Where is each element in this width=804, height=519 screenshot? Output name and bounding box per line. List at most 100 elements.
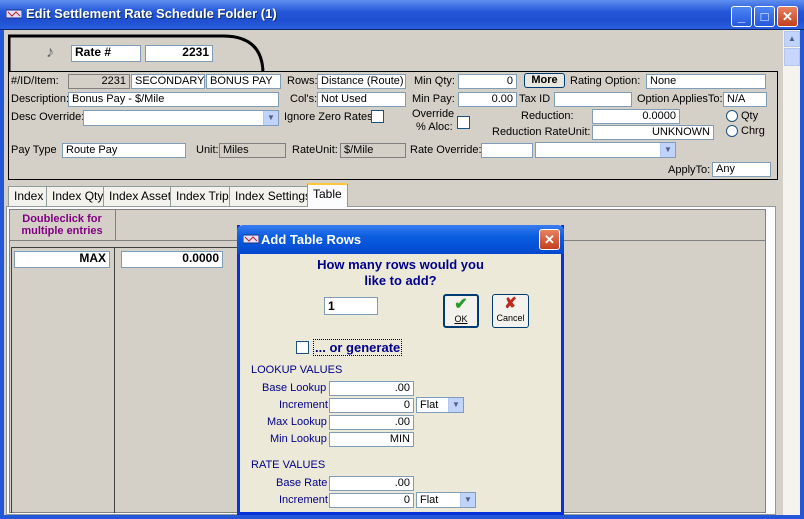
base-rate-label: Base Rate [276,477,328,489]
cancel-button[interactable]: ✘ Cancel [492,294,529,328]
close-icon: ✕ [782,9,793,24]
ignore-zero-label: Ignore Zero Rates [284,111,373,123]
pay-type-label: Pay Type [11,144,57,156]
tab-index-settings[interactable]: Index Settings [229,186,318,206]
min-lookup-label: Min Lookup [270,433,327,445]
tab-table[interactable]: Table [307,183,348,207]
dialog-question-line1: How many rows would you [317,257,484,272]
add-table-rows-dialog: Add Table Rows ✕ How many rows would you… [237,225,564,515]
minimize-button[interactable]: _ [731,6,752,27]
increment-field[interactable]: 0 [329,398,414,413]
chrg-label: Chrg [741,125,765,137]
override-aloc-checkbox[interactable] [457,116,470,129]
min-pay-field[interactable]: 0.00 [458,92,517,107]
reduction-rate-unit-label: Reduction RateUnit: [492,126,591,138]
scroll-thumb[interactable] [784,48,800,66]
dialog-title: Add Table Rows [261,232,362,247]
min-pay-label: Min Pay: [412,93,455,105]
maximize-button[interactable]: □ [754,6,775,27]
id-value: 2231 [68,74,130,89]
vertical-scrollbar[interactable]: ▲ [782,30,800,515]
rating-option-field[interactable]: None [646,74,766,89]
rows-to-add-input[interactable]: 1 [324,297,378,315]
more-button[interactable]: More [524,73,565,88]
qty-label: Qty [741,110,759,122]
desc-override-dropdown[interactable]: ▼ [83,110,279,126]
dialog-question-line2: like to add? [364,273,437,288]
table-grid [11,247,247,513]
item-field-2[interactable]: BONUS PAY [206,74,281,89]
maximize-icon: □ [760,9,769,24]
increment-type-value: Flat [420,399,439,411]
option-applies-field[interactable]: N/A [723,92,767,107]
min-qty-label: Min Qty: [414,75,455,87]
chevron-down-icon[interactable]: ▼ [263,111,278,125]
desc-override-label: Desc Override: [11,111,85,123]
dialog-app-icon [243,234,259,244]
rate-values-heading: RATE VALUES [251,459,326,471]
unit-label: Unit: [196,144,219,156]
lookup-values-heading: LOOKUP VALUES [251,364,343,376]
min-qty-field[interactable]: 0 [458,74,517,89]
override-aloc-label-2: % Aloc: [416,121,453,133]
rate-increment-type-dropdown[interactable]: Flat ▼ [416,492,476,508]
item-field-1[interactable]: SECONDARY [131,74,205,89]
tax-id-field[interactable] [554,92,632,107]
table-row-key[interactable]: MAX [14,251,110,268]
close-icon: ✕ [544,232,555,247]
chevron-down-icon[interactable]: ▼ [660,143,675,157]
tab-index-trip[interactable]: Index Trip [170,186,235,206]
tab-index-qty[interactable]: Index Qty [46,186,110,206]
base-lookup-field[interactable]: .00 [329,381,414,396]
increment-type-dropdown[interactable]: Flat ▼ [416,397,464,413]
rate-increment-field[interactable]: 0 [329,493,414,508]
rate-increment-label: Increment [279,494,328,506]
or-generate-label[interactable]: ... or generate [313,339,403,356]
table-row-value[interactable]: 0.0000 [121,251,223,268]
minimize-icon: _ [737,9,746,24]
tab-index[interactable]: Index [8,186,50,206]
table-column-divider [114,247,115,513]
reduction-rate-unit-field[interactable]: UNKNOWN [592,125,714,140]
rate-number-label: Rate # [71,45,141,62]
pay-type-field[interactable]: Route Pay [62,143,186,158]
chrg-radio[interactable] [726,125,738,137]
ignore-zero-checkbox[interactable] [371,110,384,123]
table-hint-line2: multiple entries [21,225,103,237]
music-note-icon: ♪ [46,44,54,61]
ok-button[interactable]: ✔ OK [443,294,479,328]
description-label: Description: [11,93,70,105]
reduction-label: Reduction: [521,110,574,122]
chevron-down-icon[interactable]: ▼ [460,493,475,507]
increment-label: Increment [279,399,328,411]
cols-label: Col's: [290,93,318,105]
rate-number-value[interactable]: 2231 [145,45,213,62]
id-item-label: #/ID/Item: [11,75,59,87]
dialog-titlebar[interactable]: Add Table Rows ✕ [237,225,564,254]
window-titlebar[interactable]: Edit Settlement Rate Schedule Folder (1)… [0,0,804,30]
table-hint-line1: Doubleclick for [22,213,102,225]
cancel-x-icon: ✘ [504,295,517,312]
description-field[interactable]: Bonus Pay - $/Mile [68,92,279,107]
dialog-close-button[interactable]: ✕ [539,229,560,250]
scroll-up-icon[interactable]: ▲ [784,31,800,47]
close-button[interactable]: ✕ [777,6,798,27]
chevron-down-icon[interactable]: ▼ [448,398,463,412]
option-applies-label: Option AppliesTo: [637,93,723,105]
cols-field[interactable]: Not Used [317,92,406,107]
tab-index-asset[interactable]: Index Asset [103,186,178,206]
override-aloc-label-1: Override [412,108,455,120]
qty-radio[interactable] [726,110,738,122]
min-lookup-field[interactable]: MIN [329,432,414,447]
rate-override-field[interactable] [481,143,533,158]
apply-to-field[interactable]: Any [712,162,771,177]
base-lookup-label: Base Lookup [262,382,327,394]
reduction-field[interactable]: 0.0000 [592,109,680,124]
max-lookup-field[interactable]: .00 [329,415,414,430]
or-generate-checkbox[interactable] [296,341,309,354]
checkmark-icon: ✔ [454,296,468,313]
base-rate-field[interactable]: .00 [329,476,414,491]
rate-override-dropdown[interactable]: ▼ [535,142,676,158]
rows-field[interactable]: Distance (Route) [317,74,406,89]
settlement-rate-window: Edit Settlement Rate Schedule Folder (1)… [0,0,804,519]
